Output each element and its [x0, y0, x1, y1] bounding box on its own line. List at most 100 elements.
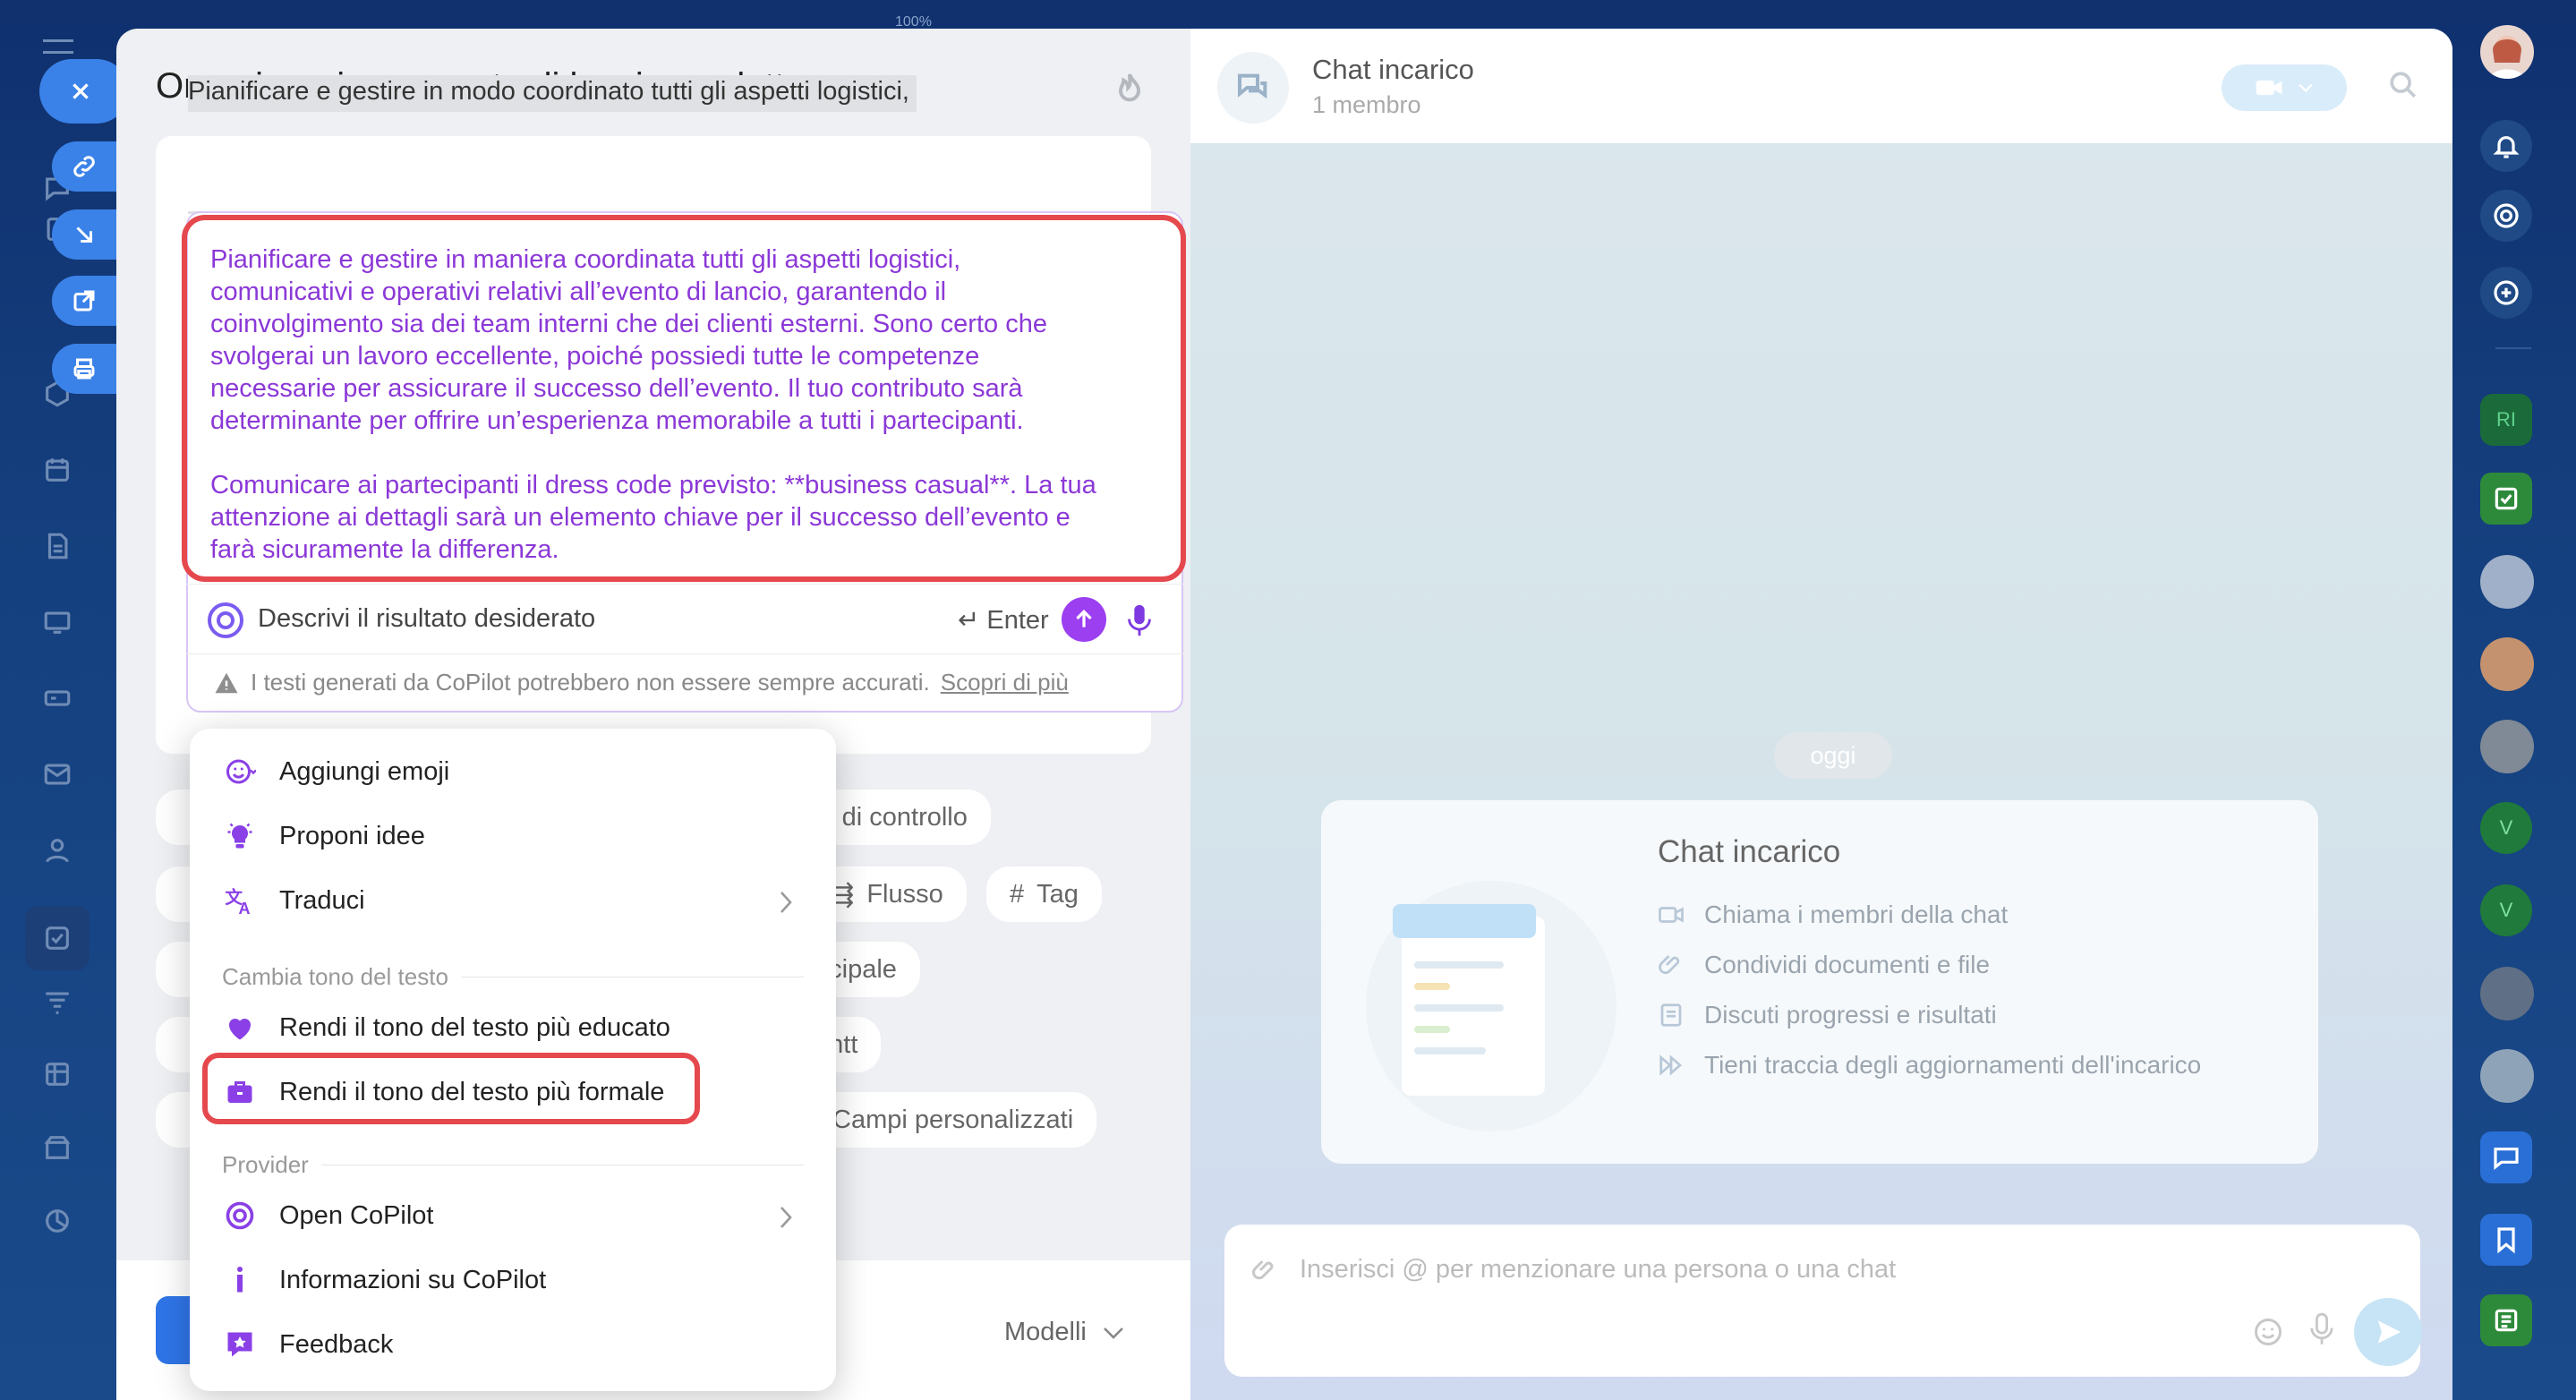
- menu-item-about-copilot[interactable]: Informazioni su CoPilot: [190, 1248, 836, 1312]
- group-chat-ri[interactable]: RI: [2480, 394, 2532, 446]
- chip-custom-fields[interactable]: Campi personalizzati: [815, 1092, 1097, 1148]
- target-icon[interactable]: [2480, 190, 2532, 242]
- initials: RI: [2496, 408, 2516, 431]
- contact-avatar-1[interactable]: [2480, 555, 2534, 609]
- send-button[interactable]: [1062, 597, 1106, 642]
- bell-icon[interactable]: [2480, 120, 2532, 172]
- calendar-icon[interactable]: [39, 452, 75, 488]
- hash-icon: #: [1010, 879, 1025, 909]
- templates-dropdown[interactable]: Modelli: [1004, 1318, 1124, 1347]
- tone-section-header: Cambia tono del testo: [222, 963, 804, 991]
- provider-section-header: Provider: [222, 1151, 804, 1179]
- menu-item-feedback[interactable]: Feedback: [190, 1312, 836, 1377]
- drive-icon[interactable]: [39, 680, 75, 716]
- section-label: Provider: [222, 1151, 309, 1178]
- contact-v-1[interactable]: V: [2480, 802, 2532, 854]
- chevron-down-icon: [2299, 83, 2313, 92]
- message-input[interactable]: Inserisci @ per menzionare una persona o…: [1300, 1255, 1896, 1285]
- flame-icon[interactable]: [1112, 68, 1147, 107]
- copilot-icon: [206, 601, 245, 640]
- fast-forward-icon: [1659, 1054, 1683, 1076]
- welcome-item-discuss: Discuti progressi e risultati: [1658, 1001, 1997, 1029]
- tasks-icon[interactable]: [25, 906, 90, 970]
- menu-item-label: Rendi il tono del testo più educato: [279, 1012, 670, 1042]
- original-description[interactable]: Pianificare e gestire in modo coordinato…: [188, 75, 917, 112]
- mail-icon[interactable]: [39, 756, 75, 792]
- microphone-icon[interactable]: [2309, 1310, 2334, 1348]
- send-message-button[interactable]: [2354, 1298, 2422, 1366]
- welcome-item-label: Discuti progressi e risultati: [1704, 1001, 1997, 1029]
- svg-text:A: A: [239, 900, 251, 917]
- chip-label: Campi personalizzati: [832, 1105, 1074, 1134]
- paperclip-icon[interactable]: [1251, 1255, 1278, 1285]
- copilot-chat-icon[interactable]: [2480, 267, 2532, 319]
- menu-icon[interactable]: [43, 39, 73, 54]
- menu-item-polite-tone[interactable]: Rendi il tono del testo più educato: [190, 995, 836, 1060]
- bookmark-icon[interactable]: [2480, 1214, 2532, 1266]
- chevron-down-icon: [1103, 1327, 1123, 1339]
- arrow-up-icon: [1076, 610, 1092, 627]
- contact-avatar-5[interactable]: [2480, 1049, 2534, 1103]
- enter-hint: ↵ Enter: [958, 606, 1049, 635]
- chip-tag[interactable]: # Tag: [986, 866, 1102, 922]
- checklist-icon: [1660, 1003, 1682, 1027]
- video-call-button[interactable]: [2222, 64, 2347, 111]
- menu-item-open-copilot[interactable]: Open CoPilot: [190, 1183, 836, 1248]
- menu-item-translate[interactable]: 文A Traduci: [190, 868, 836, 933]
- chat-illustration: [1339, 827, 1625, 1131]
- divider: [2495, 347, 2531, 349]
- welcome-item-label: Chiama i membri della chat: [1704, 901, 2009, 928]
- channel-icon[interactable]: [2480, 1131, 2532, 1183]
- warning-icon: [215, 672, 238, 693]
- menu-item-add-emoji[interactable]: Aggiungi emoji: [190, 739, 836, 804]
- news-icon[interactable]: [2480, 1294, 2532, 1346]
- store-icon[interactable]: [39, 1130, 75, 1165]
- close-button[interactable]: [39, 59, 129, 124]
- open-new-window-button[interactable]: [52, 276, 116, 326]
- contact-avatar-3[interactable]: [2480, 720, 2534, 773]
- chat-panel: Chat incarico 1 membro oggi Chat incaric…: [1190, 29, 2452, 1400]
- analytics-icon[interactable]: [39, 1203, 75, 1239]
- search-icon[interactable]: [2388, 70, 2420, 102]
- chat-members[interactable]: 1 membro: [1312, 91, 1421, 119]
- copilot-prompt-bar: Descrivi il risultato desiderato ↵ Enter: [186, 584, 1183, 655]
- info-icon: [222, 1262, 258, 1298]
- send-icon: [2377, 1320, 2401, 1344]
- tasks-chat-icon[interactable]: [2480, 473, 2532, 525]
- chat-title: Chat incarico: [1312, 54, 1474, 85]
- message-composer[interactable]: Inserisci @ per menzionare una persona o…: [1224, 1225, 2422, 1377]
- formal-tone-highlight: [202, 1053, 700, 1124]
- contact-avatar-2[interactable]: [2480, 637, 2534, 691]
- menu-item-label: Informazioni su CoPilot: [279, 1265, 547, 1294]
- filter-icon[interactable]: [39, 985, 75, 1020]
- board-icon[interactable]: [39, 604, 75, 640]
- lightbulb-icon: [222, 818, 258, 854]
- menu-item-label: Traduci: [279, 885, 365, 915]
- chip-flow[interactable]: ⇶ Flusso: [815, 866, 967, 922]
- emoji-icon[interactable]: [2252, 1316, 2284, 1348]
- grid-icon[interactable]: [39, 1056, 75, 1092]
- minimize-button[interactable]: [52, 209, 116, 260]
- templates-label: Modelli: [1004, 1318, 1087, 1346]
- copilot-icon: [222, 1198, 258, 1234]
- chip-control-points[interactable]: ni di controllo: [815, 790, 991, 845]
- contact-v-2[interactable]: V: [2480, 884, 2532, 936]
- chevron-right-icon: [779, 890, 793, 915]
- chat-avatar: [1217, 52, 1289, 124]
- document-icon[interactable]: [39, 528, 75, 564]
- user-avatar[interactable]: [2480, 25, 2534, 79]
- microphone-icon: [1128, 604, 1151, 636]
- print-button[interactable]: [52, 344, 116, 394]
- right-sidebar: RI V V: [2452, 0, 2576, 1400]
- date-separator: oggi: [1774, 732, 1892, 779]
- contacts-icon[interactable]: [39, 832, 75, 868]
- copy-link-button[interactable]: [52, 141, 116, 192]
- copilot-result-text[interactable]: Pianificare e gestire in maniera coordin…: [210, 243, 1157, 566]
- menu-item-suggest-ideas[interactable]: Proponi idee: [190, 804, 836, 868]
- welcome-item-track: Tieni traccia degli aggiornamenti dell'i…: [1658, 1051, 2201, 1080]
- microphone-button[interactable]: [1126, 602, 1153, 638]
- copilot-prompt-input[interactable]: Descrivi il risultato desiderato: [258, 604, 595, 634]
- learn-more-link[interactable]: Scopri di più: [941, 669, 1069, 696]
- heart-icon: [222, 1010, 258, 1046]
- contact-avatar-4[interactable]: [2480, 967, 2534, 1020]
